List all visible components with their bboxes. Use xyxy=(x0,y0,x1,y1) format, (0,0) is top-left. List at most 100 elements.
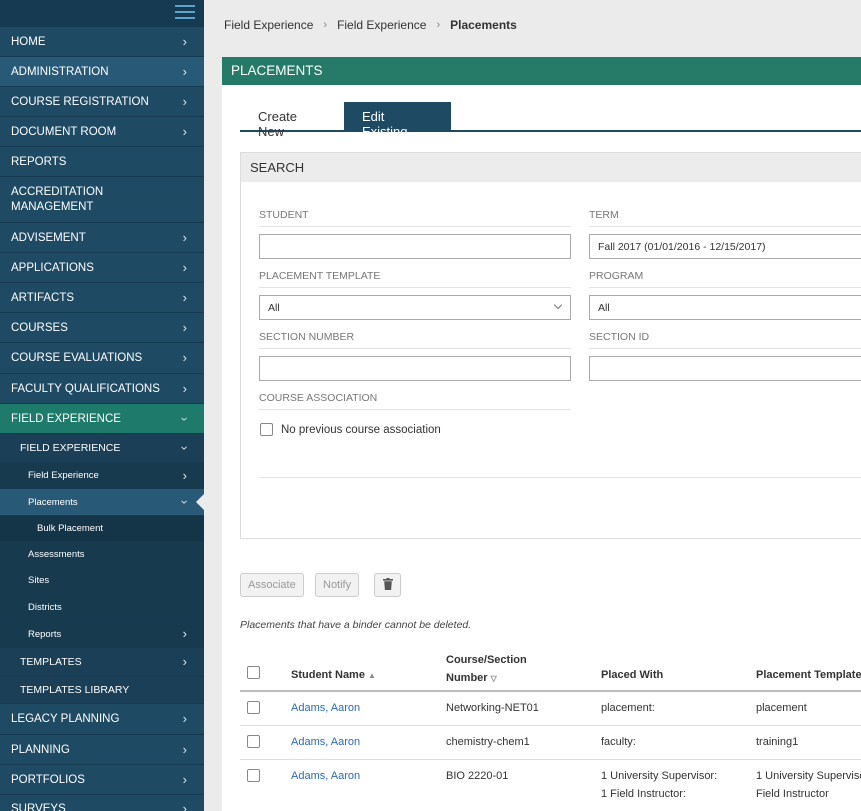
sidebar-item-label: TEMPLATES xyxy=(20,656,82,668)
breadcrumb-item[interactable]: Field Experience xyxy=(337,18,426,32)
sidebar-item-course-registration[interactable]: COURSE REGISTRATION › xyxy=(0,86,204,116)
student-label: STUDENT xyxy=(259,209,309,221)
placement-template-cell: 1 University Supervisor Field Instructor xyxy=(756,767,861,803)
divider xyxy=(589,226,861,227)
sidebar-subitem-sites[interactable]: Sites xyxy=(0,567,204,593)
sidebar-item-home[interactable]: HOME › xyxy=(0,26,204,56)
sidebar-item-portfolios[interactable]: PORTFOLIOS › xyxy=(0,764,204,794)
sidebar-subitem-assessments[interactable]: Assessments xyxy=(0,541,204,567)
sidebar-item-field-experience[interactable]: FIELD EXPERIENCE › xyxy=(0,403,204,433)
sidebar-subitem-placements[interactable]: Placements › xyxy=(0,488,204,515)
row-checkbox[interactable] xyxy=(247,735,260,748)
sidebar-item-label: Reports xyxy=(28,628,62,640)
sidebar-item-label: REPORTS xyxy=(11,155,67,168)
sidebar-item-document-room[interactable]: DOCUMENT ROOM › xyxy=(0,116,204,146)
chevron-right-icon: › xyxy=(182,229,187,245)
sidebar-subitem-bulk-placement[interactable]: Bulk Placement xyxy=(0,515,204,541)
chevron-down-icon: › xyxy=(177,416,193,421)
chevron-right-icon: › xyxy=(182,349,187,365)
main-content: Field Experience › Field Experience › Pl… xyxy=(204,0,861,811)
sidebar-item-label: Assessments xyxy=(28,549,85,560)
chevron-right-icon: › xyxy=(182,771,187,787)
sidebar-item-faculty-qualifications[interactable]: FACULTY QUALIFICATIONS › xyxy=(0,373,204,403)
select-value: All xyxy=(268,302,280,314)
sidebar-subitem-field-experience-child[interactable]: Field Experience › xyxy=(0,462,204,488)
tab-edit-existing[interactable]: Edit Existing xyxy=(344,102,451,139)
sidebar-item-label: ADMINISTRATION xyxy=(11,65,109,78)
sidebar-item-administration[interactable]: ADMINISTRATION › xyxy=(0,56,204,86)
term-label: TERM xyxy=(589,209,619,221)
no-previous-association-checkbox[interactable] xyxy=(260,423,273,436)
sidebar-item-label: Bulk Placement xyxy=(37,523,104,534)
placed-with-line: 1 Field Instructor: xyxy=(601,788,686,800)
student-name-link[interactable]: Adams, Aaron xyxy=(291,733,360,751)
sidebar-item-label: COURSE EVALUATIONS xyxy=(11,352,143,364)
section-id-input[interactable] xyxy=(589,356,861,381)
breadcrumb-separator-icon: › xyxy=(323,19,328,31)
sidebar-top-bar xyxy=(0,0,204,26)
panel-title: PLACEMENTS xyxy=(222,57,861,85)
sidebar-item-surveys[interactable]: SURVEYS › xyxy=(0,794,204,811)
sidebar-item-reports[interactable]: REPORTS xyxy=(0,146,204,176)
student-name-link[interactable]: Adams, Aaron xyxy=(291,767,360,785)
sidebar-subitem-reports[interactable]: Reports › xyxy=(0,620,204,647)
student-name-link[interactable]: Adams, Aaron xyxy=(291,699,360,717)
sidebar-item-label: PORTFOLIOS xyxy=(11,773,85,786)
chevron-right-icon: › xyxy=(182,33,187,49)
sidebar-item-label: ACCREDITATION MANAGEMENT xyxy=(11,185,104,213)
template-line: 1 University Supervisor xyxy=(756,770,861,782)
sort-asc-icon: ▲ xyxy=(368,671,376,680)
breadcrumb-current: Placements xyxy=(450,18,517,32)
sidebar-item-label: COURSE REGISTRATION xyxy=(11,95,149,108)
delete-button[interactable] xyxy=(374,573,401,597)
breadcrumb-item[interactable]: Field Experience xyxy=(224,18,313,32)
row-checkbox[interactable] xyxy=(247,701,260,714)
placement-template-cell: placement xyxy=(756,702,807,714)
chevron-right-icon: › xyxy=(182,467,187,483)
tab-bar: Create New Edit Existing xyxy=(240,102,861,139)
sidebar-subitem-templates-library[interactable]: TEMPLATES LIBRARY xyxy=(0,676,204,703)
sidebar-subitem-districts[interactable]: Districts xyxy=(0,593,204,620)
chevron-right-icon: › xyxy=(182,380,187,396)
hamburger-menu-icon[interactable] xyxy=(175,5,195,19)
chevron-right-icon: › xyxy=(182,289,187,305)
sidebar-subitem-templates[interactable]: TEMPLATES › xyxy=(0,647,204,676)
sidebar-item-planning[interactable]: PLANNING › xyxy=(0,734,204,764)
sidebar-item-applications[interactable]: APPLICATIONS › xyxy=(0,252,204,282)
program-select[interactable]: All xyxy=(589,295,861,320)
sidebar-item-advisement[interactable]: ADVISEMENT › xyxy=(0,222,204,252)
sort-desc-icon: ▽ xyxy=(490,674,497,683)
header-label: Student Name xyxy=(291,669,365,681)
tab-create-new[interactable]: Create New xyxy=(240,102,344,139)
sidebar-item-label: Placements xyxy=(28,496,78,508)
notify-button[interactable]: Notify xyxy=(315,573,360,597)
sidebar-item-courses[interactable]: COURSES › xyxy=(0,312,204,342)
column-header-placement-template: Placement Template xyxy=(756,669,861,681)
column-header-placed-with: Placed With xyxy=(601,669,664,681)
row-checkbox[interactable] xyxy=(247,769,260,782)
term-select[interactable]: Fall 2017 (01/01/2016 - 12/15/2017) xyxy=(589,234,861,259)
student-input[interactable] xyxy=(259,234,571,259)
no-previous-association-label: No previous course association xyxy=(281,424,441,436)
divider xyxy=(589,348,861,349)
sidebar-item-label: TEMPLATES LIBRARY xyxy=(20,684,130,696)
chevron-right-icon: › xyxy=(182,625,187,641)
section-number-input[interactable] xyxy=(259,356,571,381)
placement-template-select[interactable]: All xyxy=(259,295,571,320)
divider xyxy=(259,477,861,478)
sidebar-item-artifacts[interactable]: ARTIFACTS › xyxy=(0,282,204,312)
sidebar-item-label: Field Experience xyxy=(28,470,99,481)
column-header-course-section[interactable]: Course/Section Number ▽ xyxy=(446,651,527,688)
select-all-checkbox[interactable] xyxy=(247,666,260,679)
associate-button[interactable]: Associate xyxy=(240,573,304,597)
sidebar-item-label: ARTIFACTS xyxy=(11,291,75,304)
course-section-cell: BIO 2220-01 xyxy=(446,770,509,782)
sidebar-item-course-evaluations[interactable]: COURSE EVALUATIONS › xyxy=(0,342,204,373)
column-header-student-name[interactable]: Student Name ▲ xyxy=(291,669,376,681)
sidebar-item-legacy-planning[interactable]: LEGACY PLANNING › xyxy=(0,703,204,734)
course-association-label: COURSE ASSOCIATION xyxy=(259,392,378,404)
sidebar-item-accreditation-management[interactable]: ACCREDITATION MANAGEMENT xyxy=(0,176,204,222)
sidebar-item-label: Districts xyxy=(28,601,62,613)
placed-with-cell: 1 University Supervisor: 1 Field Instruc… xyxy=(601,767,717,803)
sidebar-subitem-field-experience[interactable]: FIELD EXPERIENCE › xyxy=(0,433,204,462)
